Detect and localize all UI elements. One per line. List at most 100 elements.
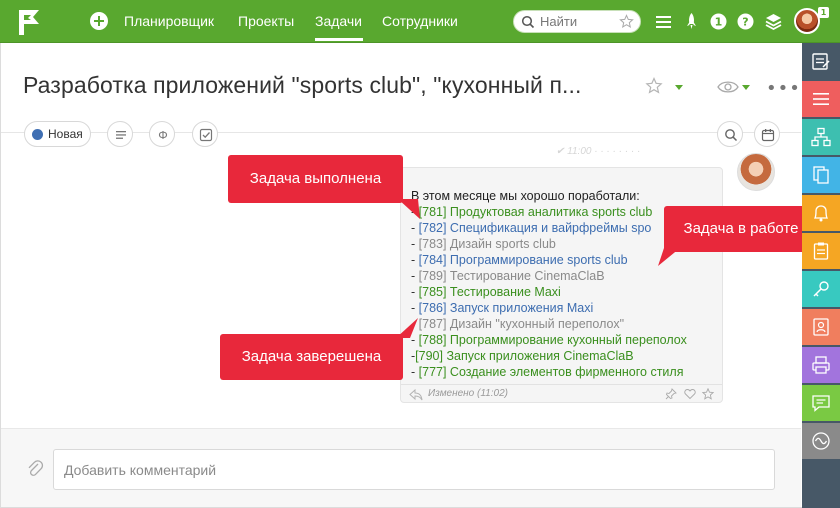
right-panel-bell-button[interactable] bbox=[802, 195, 840, 231]
task-id[interactable]: [789] bbox=[419, 269, 447, 283]
layers-icon[interactable] bbox=[764, 12, 783, 31]
task-name[interactable]: Создание элементов фирменного стиля bbox=[446, 365, 684, 379]
task-name[interactable]: Запуск приложения CinemaClaB bbox=[443, 349, 633, 363]
search-input[interactable] bbox=[540, 14, 620, 29]
right-panel-hierarchy-button[interactable] bbox=[802, 119, 840, 155]
task-name[interactable]: Продуктовая аналитика sports club bbox=[446, 205, 652, 219]
key-icon bbox=[813, 281, 829, 297]
task-line: - [788] Программирование кухонный перепо… bbox=[411, 333, 687, 347]
search-task-button[interactable] bbox=[717, 121, 743, 147]
task-link[interactable]: [782] Спецификация и вайрфреймы spo bbox=[419, 221, 652, 235]
task-id[interactable]: [783] bbox=[419, 237, 447, 251]
star-icon[interactable] bbox=[619, 14, 634, 29]
right-panel-list-button[interactable] bbox=[802, 81, 840, 117]
printer-icon bbox=[812, 356, 830, 374]
right-panel-activity-button[interactable] bbox=[802, 423, 840, 459]
hierarchy-icon bbox=[811, 127, 831, 147]
task-link[interactable]: [786] Запуск приложения Maxi bbox=[419, 301, 594, 315]
right-panel-chat-button[interactable] bbox=[802, 385, 840, 421]
calendar-icon bbox=[761, 129, 775, 142]
heart-icon[interactable] bbox=[684, 388, 696, 400]
task-line: - [784] Программирование sports club bbox=[411, 253, 628, 267]
line-prefix: - bbox=[411, 253, 419, 267]
callout-pointer bbox=[396, 318, 418, 338]
callout-pointer bbox=[658, 248, 680, 266]
eye-icon[interactable] bbox=[717, 79, 739, 95]
task-id[interactable]: [787] bbox=[419, 317, 447, 331]
task-id[interactable]: [781] bbox=[419, 205, 447, 219]
nav-planner[interactable]: Планировщик bbox=[124, 13, 214, 29]
task-id[interactable]: [790] bbox=[415, 349, 443, 363]
task-line: -[790] Запуск приложения CinemaClaB bbox=[411, 349, 634, 363]
comment-author-avatar[interactable] bbox=[737, 153, 775, 191]
task-name[interactable]: Дизайн "кухонный переполох" bbox=[446, 317, 624, 331]
reply-icon[interactable] bbox=[409, 389, 423, 401]
task-name[interactable]: Программирование sports club bbox=[446, 253, 628, 267]
task-link[interactable]: [788] Программирование кухонный переполо… bbox=[419, 333, 687, 347]
nav-employees[interactable]: Сотрудники bbox=[382, 13, 458, 29]
help-icon[interactable]: ? bbox=[736, 12, 755, 31]
budget-button[interactable]: Ф bbox=[149, 121, 175, 147]
callout-done: Задача выполнена bbox=[228, 155, 420, 219]
chat-icon bbox=[812, 395, 830, 412]
nav-projects[interactable]: Проекты bbox=[238, 13, 294, 29]
task-id[interactable]: [782] bbox=[419, 221, 447, 235]
watch-dropdown-caret-icon[interactable] bbox=[742, 85, 750, 90]
callout-closed-text: Задача заверешена bbox=[241, 348, 382, 365]
task-id[interactable]: [784] bbox=[419, 253, 447, 267]
right-panel-key-button[interactable] bbox=[802, 271, 840, 307]
callout-done-text: Задача выполнена bbox=[249, 170, 382, 187]
top-navigation-bar: Планировщик Проекты Задачи Сотрудники 1 … bbox=[0, 0, 840, 43]
task-link[interactable]: [785] Тестирование Maxi bbox=[419, 285, 561, 299]
task-name[interactable]: Спецификация и вайрфреймы spo bbox=[446, 221, 651, 235]
task-link[interactable]: [781] Продуктовая аналитика sports club bbox=[419, 205, 653, 219]
svg-text:1: 1 bbox=[715, 16, 723, 29]
callout-closed: Задача заверешена bbox=[220, 318, 418, 380]
task-id[interactable]: [777] bbox=[419, 365, 447, 379]
callout-pointer bbox=[398, 199, 420, 219]
calendar-button[interactable] bbox=[754, 121, 780, 147]
task-link[interactable]: [790] Запуск приложения CinemaClaB bbox=[415, 349, 633, 363]
status-selector[interactable]: Новая bbox=[24, 121, 91, 147]
task-name[interactable]: Дизайн sports club bbox=[446, 237, 556, 251]
task-link[interactable]: [787] Дизайн "кухонный переполох" bbox=[419, 317, 624, 331]
checklist-button[interactable] bbox=[192, 121, 218, 147]
task-name[interactable]: Тестирование CinemaClaB bbox=[446, 269, 605, 283]
task-id[interactable]: [785] bbox=[419, 285, 447, 299]
task-id[interactable]: [788] bbox=[419, 333, 447, 347]
task-link[interactable]: [784] Программирование sports club bbox=[419, 253, 628, 267]
menu-icon[interactable] bbox=[654, 12, 673, 31]
callout-in-progress: Задача в работе bbox=[658, 206, 818, 266]
rocket-icon[interactable] bbox=[682, 12, 701, 31]
task-link[interactable]: [783] Дизайн sports club bbox=[419, 237, 556, 251]
line-prefix: - bbox=[411, 285, 419, 299]
task-name[interactable]: Запуск приложения Maxi bbox=[446, 301, 593, 315]
right-panel-print-button[interactable] bbox=[802, 347, 840, 383]
right-panel-documents-button[interactable] bbox=[802, 157, 840, 193]
user-avatar[interactable] bbox=[794, 8, 820, 34]
right-panel-edit-button[interactable] bbox=[802, 43, 840, 79]
status-label: Новая bbox=[48, 127, 83, 141]
right-panel-contact-button[interactable] bbox=[802, 309, 840, 345]
info-icon[interactable]: 1 bbox=[709, 12, 728, 31]
right-panel-clipboard-button[interactable] bbox=[802, 233, 840, 269]
more-options-icon[interactable]: ••• bbox=[766, 78, 801, 99]
task-id[interactable]: [786] bbox=[419, 301, 447, 315]
favorite-star-icon[interactable] bbox=[645, 77, 663, 95]
paperclip-icon[interactable] bbox=[26, 459, 44, 479]
flag-logo-icon[interactable] bbox=[14, 7, 44, 37]
star-outline-icon[interactable] bbox=[702, 388, 714, 400]
plus-circle-icon[interactable] bbox=[90, 12, 108, 30]
task-link[interactable]: [777] Создание элементов фирменного стил… bbox=[419, 365, 684, 379]
task-link[interactable]: [789] Тестирование CinemaClaB bbox=[419, 269, 605, 283]
task-name[interactable]: Программирование кухонный переполох bbox=[446, 333, 687, 347]
task-line: - [783] Дизайн sports club bbox=[411, 237, 556, 251]
task-name[interactable]: Тестирование Maxi bbox=[446, 285, 561, 299]
faint-history-text: ✔ 11:00 · · · · · · · · bbox=[556, 146, 641, 157]
description-button[interactable] bbox=[107, 121, 133, 147]
add-comment-input[interactable] bbox=[53, 449, 775, 490]
nav-tasks[interactable]: Задачи bbox=[315, 13, 362, 29]
favorite-dropdown-caret-icon[interactable] bbox=[675, 85, 683, 90]
search-box[interactable] bbox=[513, 10, 641, 33]
pin-icon[interactable] bbox=[665, 388, 677, 400]
